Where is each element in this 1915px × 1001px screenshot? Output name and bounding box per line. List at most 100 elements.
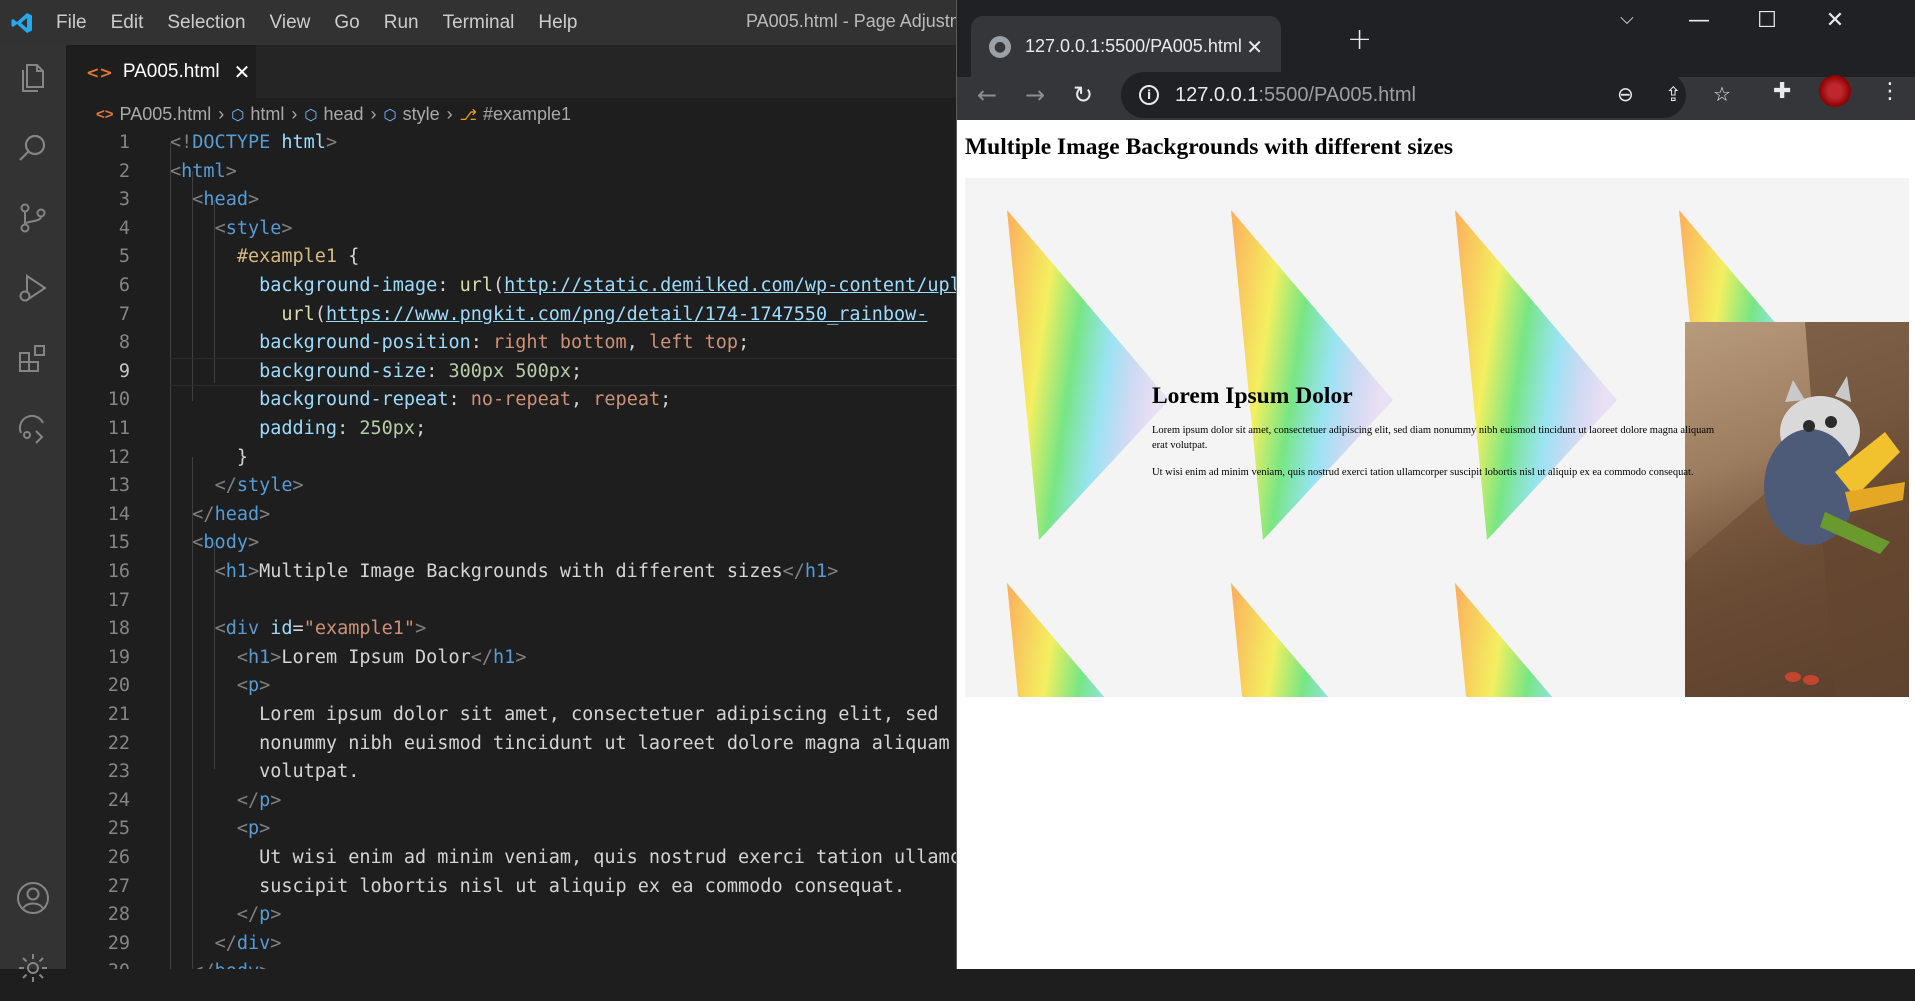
code-token: url xyxy=(281,303,315,325)
forward-arrow-icon[interactable]: → xyxy=(1025,81,1045,109)
zoom-icon[interactable]: ⊖ xyxy=(1617,82,1634,106)
menu-help[interactable]: Help xyxy=(526,12,589,34)
code-token: body xyxy=(203,532,248,554)
menu-view[interactable]: View xyxy=(258,12,323,34)
profile-avatar[interactable] xyxy=(1819,75,1851,107)
code-token: h1 xyxy=(247,646,271,668)
breadcrumb-style[interactable]: ⬡ style xyxy=(384,104,440,125)
breadcrumb-head[interactable]: ⬡ head xyxy=(304,104,363,125)
tab-search-chevron-icon[interactable]: ⌵ xyxy=(1597,8,1657,29)
source-control-icon[interactable] xyxy=(0,185,66,251)
code-token: suscipit lobortis nisl ut aliquip ex ea … xyxy=(170,875,906,897)
code-line: <p> xyxy=(170,815,960,844)
code-line: <!DOCTYPE html> xyxy=(170,131,960,158)
code-token: = xyxy=(292,618,304,640)
code-token: h1 xyxy=(804,561,828,582)
menu-selection[interactable]: Selection xyxy=(155,12,257,34)
new-tab-plus-icon[interactable]: + xyxy=(1347,22,1372,57)
code-token: > xyxy=(270,932,282,954)
breadcrumb-style-label: style xyxy=(402,104,440,124)
code-line: <body> xyxy=(170,529,960,558)
code-token: left top xyxy=(648,332,739,354)
breadcrumb-html-label: html xyxy=(250,104,285,124)
line-number: 22 xyxy=(107,732,130,754)
code-token: p xyxy=(247,818,260,840)
reload-icon[interactable]: ↻ xyxy=(1073,81,1093,109)
extensions-icon[interactable] xyxy=(0,325,66,391)
breadcrumb-html[interactable]: ⬡ html xyxy=(231,104,284,125)
code-line: background-size: 300px 500px; xyxy=(170,358,960,387)
code-token: head xyxy=(214,503,260,525)
code-line: background-position: right bottom, left … xyxy=(170,329,960,358)
code-line: <p> xyxy=(170,672,960,701)
code-token: > xyxy=(270,646,282,668)
line-number: 13 xyxy=(107,475,130,497)
code-line: padding: 250px; xyxy=(170,415,960,444)
info-icon[interactable]: i xyxy=(1139,85,1159,105)
code-token: no-repeat xyxy=(470,389,571,411)
code-token: </ xyxy=(470,646,494,668)
extensions-puzzle-icon[interactable]: ✚ xyxy=(1773,79,1791,104)
line-number: 29 xyxy=(107,932,130,954)
address-bar[interactable]: i 127.0.0.1:5500/PA005.html ⊖ ⇪ ☆ xyxy=(1121,72,1731,118)
explorer-icon[interactable] xyxy=(0,45,66,111)
code-token: ; xyxy=(415,418,427,439)
accounts-icon[interactable] xyxy=(0,865,66,931)
code-token: : xyxy=(470,332,494,354)
menu-run[interactable]: Run xyxy=(372,12,431,34)
code-token: Multiple Image Backgrounds with differen… xyxy=(259,561,783,582)
back-arrow-icon[interactable]: ← xyxy=(977,81,997,109)
code-token: background-image xyxy=(259,275,438,296)
kebab-menu-icon[interactable]: ⋮ xyxy=(1879,79,1901,104)
rainbow-ray-image xyxy=(1455,210,1617,540)
bookmark-star-icon[interactable]: ☆ xyxy=(1713,82,1731,106)
code-token: : xyxy=(448,389,471,411)
menu-terminal[interactable]: Terminal xyxy=(431,12,527,34)
code-token: > xyxy=(415,618,427,640)
tab-close-icon[interactable]: ✕ xyxy=(234,60,251,84)
search-icon[interactable] xyxy=(0,115,66,181)
maximize-icon[interactable]: ☐ xyxy=(1737,8,1797,33)
code-token: padding xyxy=(259,418,338,439)
share-icon[interactable]: ⇪ xyxy=(1665,82,1682,106)
code-line: </style> xyxy=(170,472,960,501)
code-token: h1 xyxy=(493,646,516,668)
code-token: > xyxy=(259,818,271,840)
line-number: 12 xyxy=(107,446,130,468)
code-editor[interactable]: 1 <!DOCTYPE html> 2 <html> 3 <head> 4 <style>… xyxy=(66,131,960,969)
cat-photo-image xyxy=(1685,322,1909,697)
code-token: </ xyxy=(214,932,237,954)
editor-tab-pa005[interactable]: <> PA005.html ✕ xyxy=(66,45,256,98)
rainbow-ray-image xyxy=(1007,583,1105,697)
code-token: ( xyxy=(493,275,505,296)
settings-gear-icon[interactable] xyxy=(0,935,66,1001)
close-window-icon[interactable]: ✕ xyxy=(1805,8,1865,33)
browser-tab[interactable]: ● 127.0.0.1:5500/PA005.html ✕ xyxy=(971,16,1281,77)
rainbow-ray-image xyxy=(1231,583,1329,697)
menu-go[interactable]: Go xyxy=(322,12,371,34)
breadcrumb-selector[interactable]: ⎇ #example1 xyxy=(460,104,571,125)
code-token: </ xyxy=(236,789,260,811)
code-token: html xyxy=(281,132,326,153)
menu-file[interactable]: File xyxy=(44,12,99,34)
html-file-icon: <> xyxy=(96,106,114,123)
chevron-right-icon: › xyxy=(370,104,377,124)
browser-tab-close-icon[interactable]: ✕ xyxy=(1246,35,1263,59)
remote-explorer-icon[interactable] xyxy=(0,395,66,461)
code-line: </body> xyxy=(170,958,960,969)
minimize-icon[interactable]: — xyxy=(1669,8,1729,33)
menu-edit[interactable]: Edit xyxy=(99,12,156,34)
line-number: 21 xyxy=(107,704,130,725)
run-debug-icon[interactable] xyxy=(0,255,66,321)
chevron-right-icon: › xyxy=(446,104,453,124)
vscode-logo-icon[interactable] xyxy=(0,0,44,45)
breadcrumb-file[interactable]: <> PA005.html xyxy=(96,104,211,125)
code-token: < xyxy=(236,818,248,840)
